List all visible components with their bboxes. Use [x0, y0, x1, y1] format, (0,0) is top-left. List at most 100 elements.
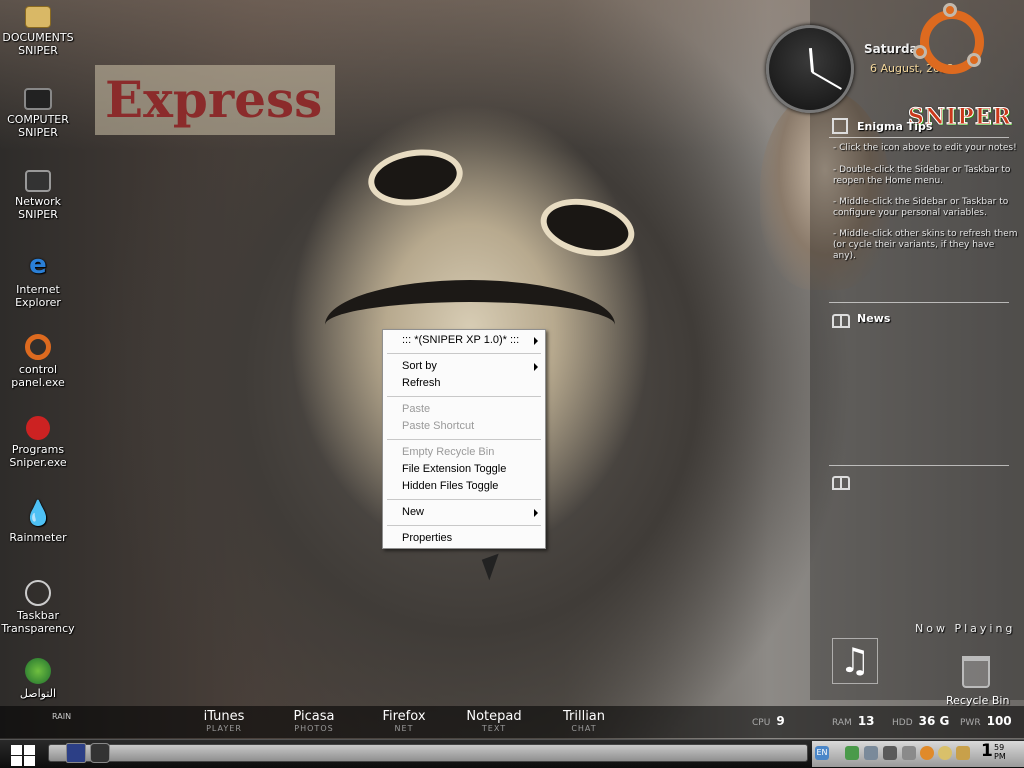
submenu-arrow-icon: [534, 363, 538, 371]
launch-item-notepad[interactable]: Notepad TEXT: [464, 709, 524, 733]
taskbar-clock-minutes[interactable]: 59 PM: [994, 743, 1006, 761]
menu-item-empty-recycle-bin: Empty Recycle Bin: [386, 444, 542, 461]
computer-icon: [24, 88, 52, 110]
tip-item: - Click the icon above to edit your note…: [833, 143, 1017, 153]
desktop-icon-taskbar-transparency[interactable]: Taskbar Transparency: [0, 580, 76, 635]
hdd-label: HDD: [892, 718, 913, 728]
start-button[interactable]: [4, 741, 44, 767]
menu-item-label: Sort by: [402, 360, 437, 372]
recycle-bin-icon[interactable]: [962, 656, 990, 688]
taskbar-transparency-icon: [25, 580, 51, 606]
menu-item-label: Empty Recycle Bin: [402, 446, 495, 458]
windows-logo-icon: [11, 745, 22, 755]
menu-item-file-extension-toggle[interactable]: File Extension Toggle: [386, 461, 542, 478]
menu-item-paste: Paste: [386, 401, 542, 418]
news-title: News: [857, 312, 891, 325]
desktop-icon-label: DOCUMENTS SNIPER: [2, 31, 74, 57]
clock-minute-hand: [811, 71, 842, 90]
rainmeter-icon: 💧: [23, 499, 53, 527]
menu-item-new[interactable]: New: [386, 504, 542, 521]
launch-item-name: Trillian: [562, 709, 606, 724]
news-book-icon[interactable]: [832, 314, 850, 328]
menu-item-label: New: [402, 506, 425, 518]
menu-item-hidden-files-toggle[interactable]: Hidden Files Toggle: [386, 478, 542, 495]
tip-item: - Middle-click other skins to refresh th…: [833, 229, 1018, 261]
desktop-icon-label: Network SNIPER: [15, 195, 61, 221]
launch-item-itunes[interactable]: iTunes PLAYER: [196, 709, 252, 733]
language-indicator[interactable]: EN: [815, 746, 829, 760]
windows-logo-icon: [11, 756, 22, 766]
now-playing-title: Now Playing: [915, 622, 1016, 635]
desktop-icon-label: Programs Sniper.exe: [9, 443, 67, 469]
tray-computer-icon[interactable]: [864, 746, 878, 760]
menu-item-label: Refresh: [402, 377, 441, 389]
cpu-meter: CPU 9: [752, 714, 785, 728]
launch-item-sub: TEXT: [481, 724, 507, 733]
tray-wand-icon[interactable]: [956, 746, 970, 760]
desktop-icon-label: control panel.exe: [11, 363, 65, 389]
ubuntu-icon: [25, 334, 51, 360]
sidebar-divider: [829, 465, 1009, 466]
launch-item-sub: PHOTOS: [294, 724, 334, 733]
desktop-icon-documents[interactable]: DOCUMENTS SNIPER: [0, 6, 76, 57]
tray-volume-icon[interactable]: [883, 746, 897, 760]
launch-item-trillian[interactable]: Trillian CHAT: [556, 709, 612, 733]
menu-separator: [387, 525, 541, 526]
music-note-icon[interactable]: ♫: [832, 638, 878, 684]
pwr-meter: PWR 100: [960, 714, 1012, 728]
menu-item-label: Properties: [402, 532, 453, 544]
show-desktop-icon[interactable]: [66, 743, 86, 763]
ubuntu-logo-icon: [913, 3, 984, 74]
tray-network-icon[interactable]: [845, 746, 859, 760]
desktop-icon-label: COMPUTER SNIPER: [7, 113, 69, 139]
desktop-icon-internet-explorer[interactable]: e Internet Explorer: [0, 250, 76, 309]
desktop-icon-label: التواصل: [19, 687, 57, 700]
desktop-icon-programs[interactable]: Programs Sniper.exe: [0, 416, 76, 469]
desktop-icon-computer[interactable]: COMPUTER SNIPER: [0, 88, 76, 139]
launch-item-name: Notepad: [466, 709, 522, 724]
cpu-value: 9: [776, 714, 785, 728]
analog-clock: [766, 25, 854, 113]
feed-book-icon[interactable]: [832, 476, 850, 490]
trillian-quick-launch-icon[interactable]: [90, 743, 110, 763]
menu-item-label: ::: *(SNIPER XP 1.0)* :::: [402, 334, 520, 346]
hdd-value: 36 G: [918, 714, 950, 728]
network-icon: [25, 170, 51, 192]
menu-item-sort-by[interactable]: Sort by: [386, 358, 542, 375]
tray-clock-icon[interactable]: [938, 746, 952, 760]
submenu-arrow-icon: [534, 509, 538, 517]
pwr-label: PWR: [960, 718, 981, 728]
notes-check-icon[interactable]: [832, 118, 848, 134]
tray-update-icon[interactable]: [920, 746, 934, 760]
menu-separator: [387, 499, 541, 500]
tray-security-icon[interactable]: [902, 746, 916, 760]
clock-hour-hand: [808, 47, 814, 73]
internet-explorer-icon: e: [29, 250, 47, 280]
submenu-arrow-icon: [534, 337, 538, 345]
desktop-icon-control-panel[interactable]: control panel.exe: [0, 334, 76, 389]
mouse-cursor-icon: [481, 553, 507, 581]
taskbar-clock-hour[interactable]: 1: [981, 741, 993, 761]
sidebar-divider: [829, 302, 1009, 303]
clock-minutes: 59: [994, 743, 1005, 752]
launch-item-sub: CHAT: [571, 724, 597, 733]
menu-item-label: File Extension Toggle: [402, 463, 507, 475]
menu-separator: [387, 439, 541, 440]
desktop-icon-globe[interactable]: التواصل: [0, 658, 76, 700]
menu-item-label: Paste: [402, 403, 431, 415]
launch-item-name: iTunes: [203, 709, 245, 724]
launch-item-sub: PLAYER: [206, 724, 242, 733]
launch-item-picasa[interactable]: Picasa PHOTOS: [286, 709, 342, 733]
desktop-icon-label: Rainmeter: [9, 531, 67, 544]
sidebar-divider: [829, 137, 1009, 138]
menu-item-sniper-xp[interactable]: ::: *(SNIPER XP 1.0)* :::: [386, 332, 542, 349]
desktop-icon-rainmeter[interactable]: 💧 Rainmeter: [0, 498, 76, 544]
menu-item-refresh[interactable]: Refresh: [386, 375, 542, 392]
desktop-context-menu: ::: *(SNIPER XP 1.0)* ::: Sort by Refres…: [382, 329, 546, 549]
launch-item-firefox[interactable]: Firefox NET: [376, 709, 432, 733]
menu-item-properties[interactable]: Properties: [386, 530, 542, 547]
tip-item: - Middle-click the Sidebar or Taskbar to…: [833, 197, 1009, 218]
desktop-icon-network[interactable]: Network SNIPER: [0, 170, 76, 221]
pwr-value: 100: [986, 714, 1012, 728]
globe-icon: [25, 658, 51, 684]
